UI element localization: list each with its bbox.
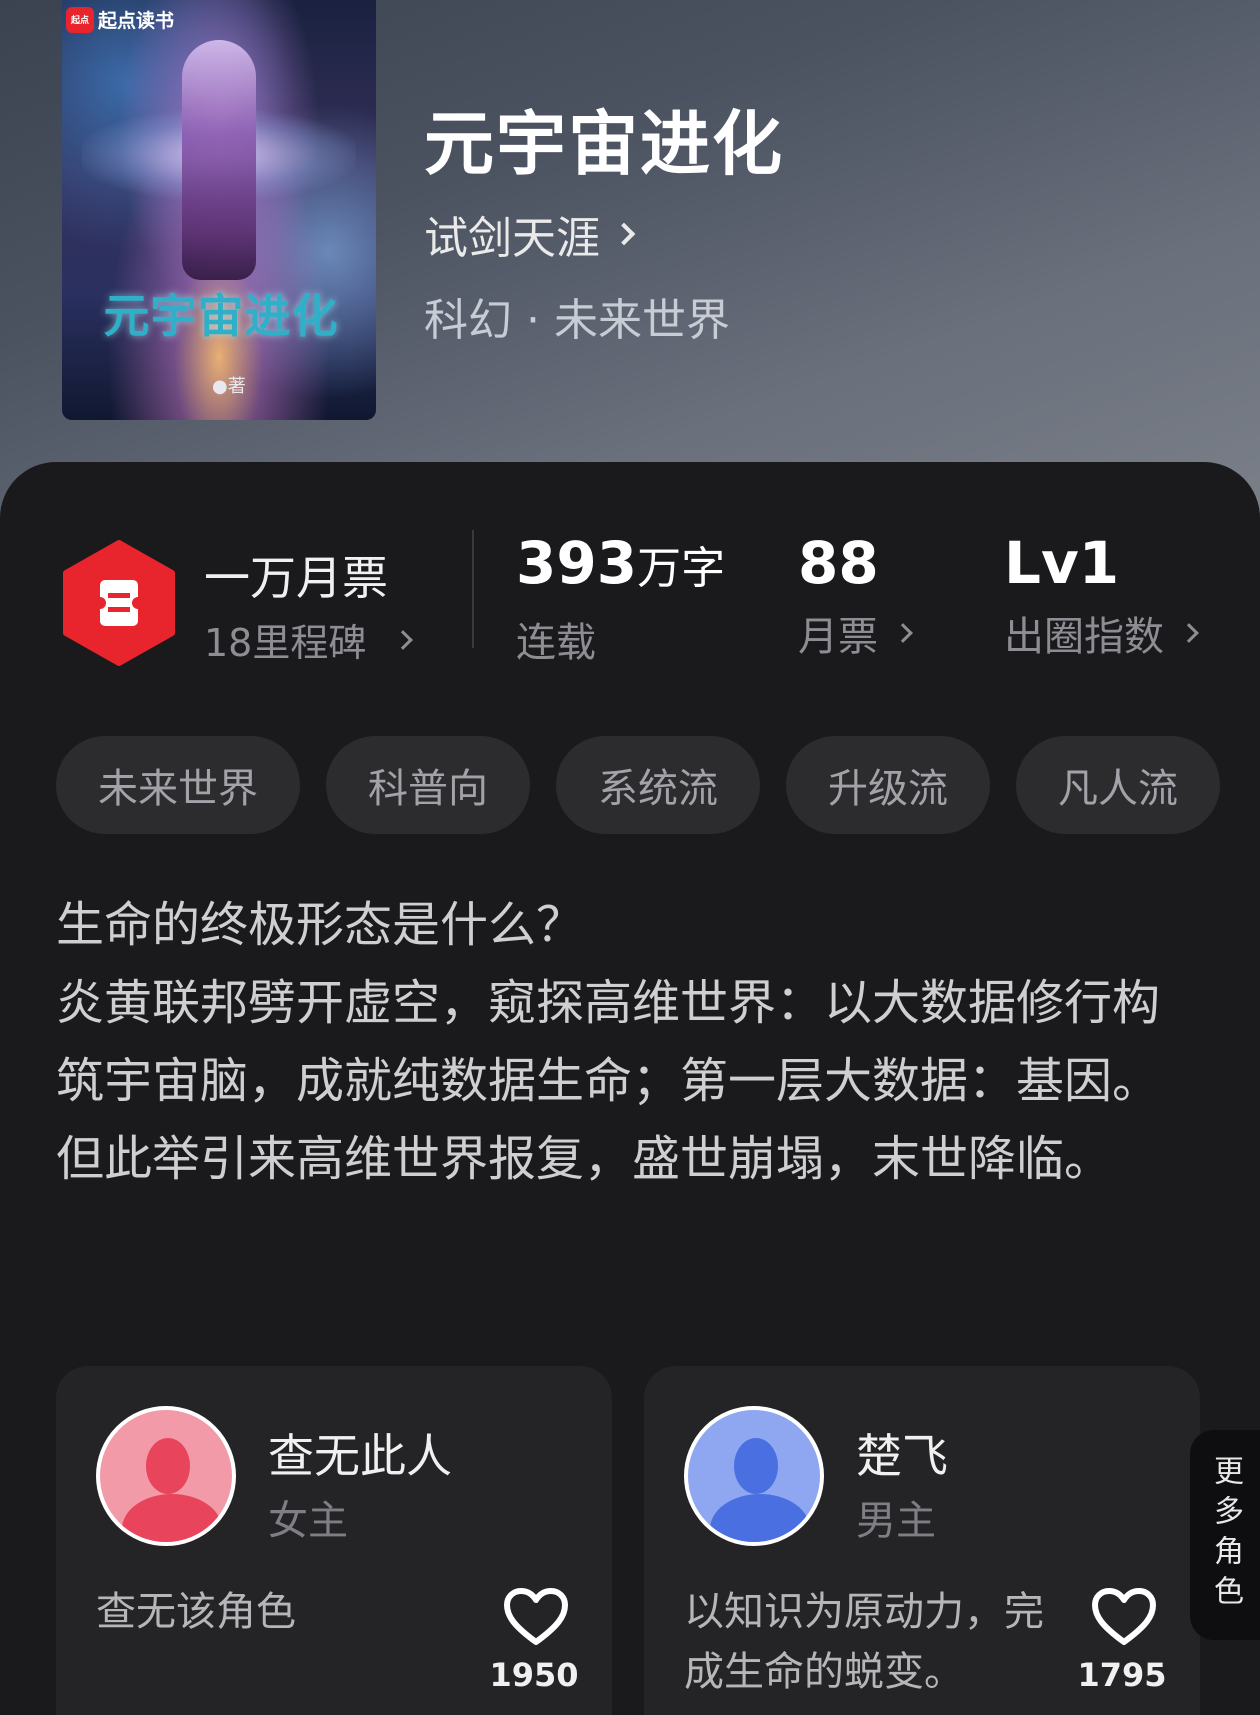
- cover-title: 元宇宙进化: [103, 289, 339, 343]
- more-characters-button[interactable]: 更多角色: [1190, 1430, 1260, 1640]
- word-count-unit: 万字: [637, 543, 726, 594]
- cover-art-figure: [182, 40, 256, 280]
- tag-list: 未来世界 科普向 系统流 升级流 凡人流: [56, 736, 1220, 834]
- like-count: 1795: [1077, 1656, 1167, 1694]
- monthly-ticket-stat[interactable]: 88 月票: [798, 528, 913, 662]
- influence-index-label: 出圈指数: [1004, 614, 1164, 660]
- chevron-right-icon: [893, 623, 913, 643]
- influence-index-value: Lv1: [1004, 529, 1120, 597]
- monthly-ticket-value: 88: [798, 529, 879, 597]
- character-name: 楚飞: [856, 1429, 948, 1483]
- character-desc: 查无该角色: [96, 1589, 296, 1635]
- character-name: 查无此人: [268, 1429, 452, 1483]
- word-count-label: 连载: [516, 620, 596, 666]
- ticket-milestone-count: 18里程碑: [204, 621, 367, 665]
- book-cover[interactable]: 起点 起点读书 元宇宙进化 ●著: [62, 0, 376, 420]
- tag-chip[interactable]: 系统流: [556, 736, 760, 834]
- word-count-value: 393: [516, 529, 638, 597]
- author-link[interactable]: 试剑天涯: [424, 202, 636, 266]
- tag-chip[interactable]: 未来世界: [56, 736, 300, 834]
- synopsis-line: 生命的终极形态是什么？: [56, 897, 585, 953]
- character-desc: 以知识为原动力，完成生命的蜕变。: [684, 1589, 1044, 1695]
- author-name: 试剑天涯: [424, 213, 600, 264]
- synopsis-line: 炎黄联邦劈开虚空，窥探高维世界：以大数据修行构筑宇宙脑，成就纯数据生命；第一层大…: [56, 975, 1161, 1109]
- tag-chip[interactable]: 升级流: [786, 736, 990, 834]
- character-card[interactable]: 楚飞 男主 以知识为原动力，完成生命的蜕变。 1795: [644, 1366, 1200, 1715]
- stats-divider: [472, 530, 474, 648]
- word-count-stat: 393万字 连载: [516, 528, 725, 668]
- male-lead-avatar: [684, 1406, 824, 1546]
- cover-publisher-badge: 起点 起点读书: [66, 6, 174, 33]
- female-lead-avatar: [96, 1406, 236, 1546]
- character-card[interactable]: 查无此人 女主 查无该角色 1950: [56, 1366, 612, 1715]
- cover-author: ●著: [212, 376, 246, 397]
- more-characters-label: 更多角色: [1208, 1455, 1243, 1615]
- book-genre: 科幻 · 未来世界: [424, 295, 730, 346]
- chevron-right-icon: [393, 629, 414, 650]
- monthly-ticket-label: 月票: [798, 614, 878, 660]
- synopsis-line: 但此举引来高维世界报复，盛世崩塌，末世降临。: [56, 1131, 1113, 1187]
- tag-chip[interactable]: 科普向: [326, 736, 530, 834]
- tag-chip[interactable]: 凡人流: [1016, 736, 1220, 834]
- heart-icon[interactable]: [1092, 1588, 1156, 1646]
- influence-index-stat[interactable]: Lv1 出圈指数: [1004, 528, 1199, 662]
- heart-icon[interactable]: [504, 1588, 568, 1646]
- book-title: 元宇宙进化: [424, 102, 784, 185]
- qidian-logo-icon: 起点: [66, 6, 94, 33]
- ticket-milestone-icon[interactable]: [62, 540, 176, 666]
- like-count: 1950: [489, 1656, 579, 1694]
- book-synopsis[interactable]: 生命的终极形态是什么？ 炎黄联邦劈开虚空，窥探高维世界：以大数据修行构筑宇宙脑，…: [56, 886, 1206, 1198]
- character-role: 女主: [268, 1498, 348, 1544]
- ticket-milestone-link[interactable]: 18里程碑: [204, 612, 414, 667]
- character-role: 男主: [856, 1498, 936, 1544]
- chevron-right-icon: [1179, 623, 1199, 643]
- cover-publisher-name: 起点读书: [98, 10, 175, 32]
- ticket-milestone-title: 一万月票: [204, 551, 388, 605]
- chevron-right-icon: [612, 222, 636, 246]
